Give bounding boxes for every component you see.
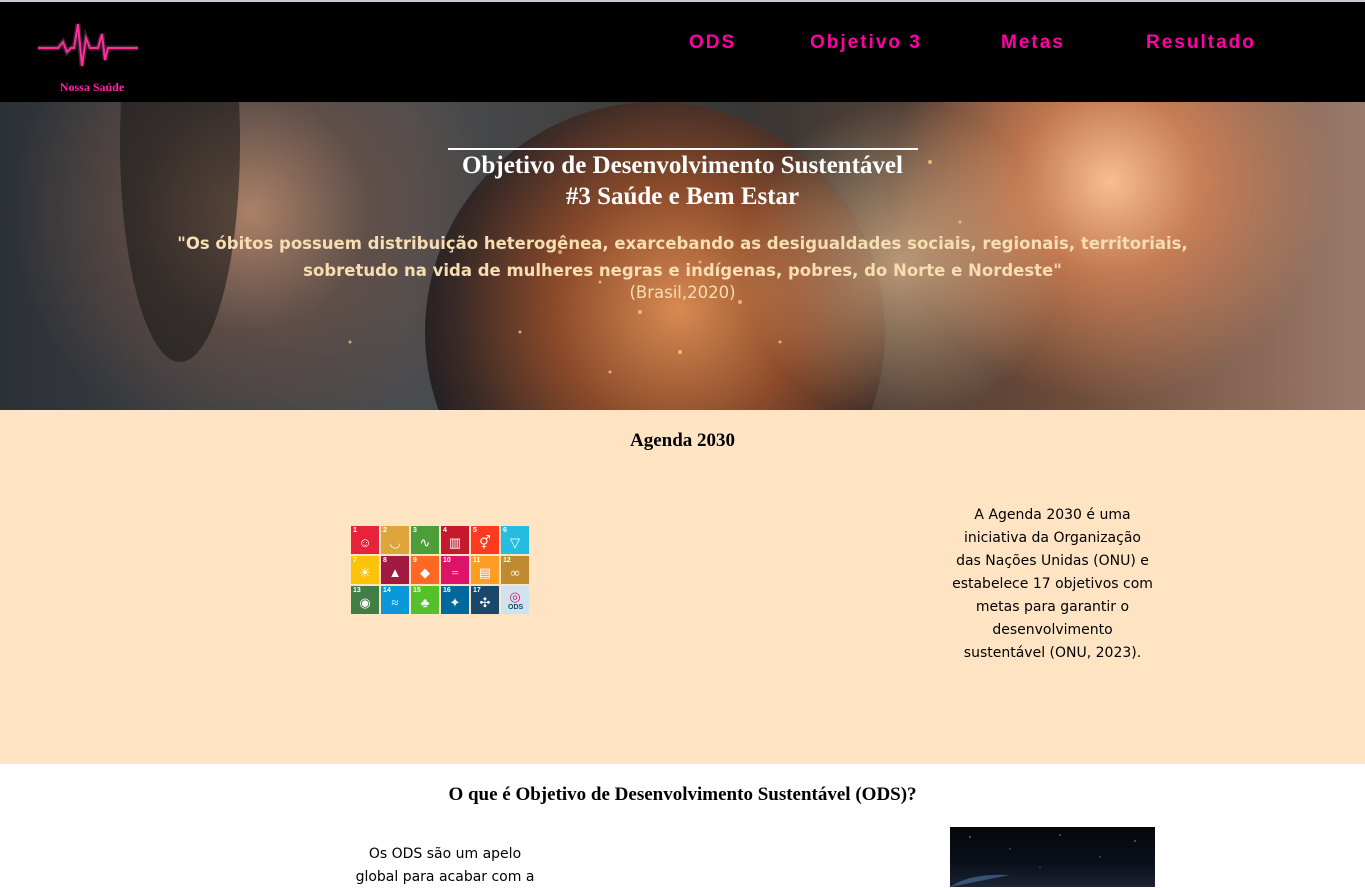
city-icon: ▤ xyxy=(478,565,492,580)
earth-horizon-icon xyxy=(950,834,1136,887)
sdg-tile-number: 16 xyxy=(443,587,451,594)
sdg-tile-number: 15 xyxy=(413,587,421,594)
partnership-icon: ✣ xyxy=(479,595,491,610)
sdg-tile-number: 4 xyxy=(443,527,447,534)
fish-icon: ≈ xyxy=(391,595,399,610)
book-icon: ▥ xyxy=(448,535,462,550)
sdg-tile-number: 12 xyxy=(503,557,511,564)
top-navbar: Nossa Saúde ODS Objetivo 3 Metas Resulta… xyxy=(0,0,1365,102)
sdg-tile-10: 10 = xyxy=(441,556,469,584)
sdg-tile-4: 4 ▥ xyxy=(441,526,469,554)
sdg-tile-number: 2 xyxy=(383,527,387,534)
sdg-tile-number: 13 xyxy=(353,587,361,594)
sdg-tile-6: 6 ▽ xyxy=(501,526,529,554)
sdg-tile-number: 6 xyxy=(503,527,507,534)
sdg-tile-number: 5 xyxy=(473,527,477,534)
hero-quote: "Os óbitos possuem distribuição heterogê… xyxy=(0,230,1365,284)
industry-icon: ◆ xyxy=(420,565,430,580)
heartbeat-icon xyxy=(38,23,138,67)
sdg-tile-16: 16 ✦ xyxy=(441,586,469,614)
ods-description-line2: global para acabar com a xyxy=(355,869,535,885)
hero-quote-line1: "Os óbitos possuem distribuição heterogê… xyxy=(177,234,1188,253)
sdg-tile-number: 11 xyxy=(473,557,481,564)
sdg-tile-ods: ODS ◎ xyxy=(501,586,529,614)
tree-icon: ♣ xyxy=(420,595,430,610)
nav-link-resultado[interactable]: Resultado xyxy=(1146,32,1256,54)
nav-link-ods[interactable]: ODS xyxy=(689,32,736,54)
people-icon: ☺ xyxy=(358,535,372,550)
title-rule xyxy=(447,148,918,150)
ods-description: Os ODS são um apelo global para acabar c… xyxy=(345,843,545,889)
sun-icon: ☀ xyxy=(359,565,371,580)
dove-icon: ✦ xyxy=(449,595,461,610)
sdg-tile-15: 15 ♣ xyxy=(411,586,439,614)
sdg-tile-11: 11 ▤ xyxy=(471,556,499,584)
sdg-tile-number: 7 xyxy=(353,557,357,564)
nav-link-objetivo-3[interactable]: Objetivo 3 xyxy=(810,32,922,54)
sdg-tile-number: 3 xyxy=(413,527,417,534)
sdg-tile-9: 9 ◆ xyxy=(411,556,439,584)
sdg-tile-17: 17 ✣ xyxy=(471,586,499,614)
eye-icon: ◉ xyxy=(359,595,371,610)
hero-title-line2: #3 Saúde e Bem Estar xyxy=(565,183,800,210)
sdg-tile-7: 7 ☀ xyxy=(351,556,379,584)
hero-banner: Objetivo de Desenvolvimento Sustentável … xyxy=(0,102,1365,410)
sdg-tile-13: 13 ◉ xyxy=(351,586,379,614)
sdg-tile-14: 14 ≈ xyxy=(381,586,409,614)
equality-icon: = xyxy=(451,565,459,580)
growth-icon: ▲ xyxy=(388,565,402,580)
hero-title: Objetivo de Desenvolvimento Sustentável … xyxy=(0,148,1365,212)
sdg-tile-number: 10 xyxy=(443,557,451,564)
sdg-tile-2: 2 ◡ xyxy=(381,526,409,554)
brand-name: Nossa Saúde xyxy=(59,80,125,94)
sdg-tile-number: ODS xyxy=(508,604,524,611)
sdg-tile-number: 17 xyxy=(473,587,481,594)
logo[interactable]: Nossa Saúde xyxy=(36,20,148,98)
sdg-tile-number: 8 xyxy=(383,557,387,564)
sdg-tile-1: 1 ☺ xyxy=(351,526,379,554)
hero-quote-line2: sobretudo na vida de mulheres negras e i… xyxy=(303,261,1062,280)
ods-section-title: O que é Objetivo de Desenvolvimento Sust… xyxy=(448,784,917,805)
sdg-tile-number: 9 xyxy=(413,557,417,564)
heartbeat-icon: ∿ xyxy=(419,535,431,550)
sdg-tile-12: 12 ∞ xyxy=(501,556,529,584)
hero-quote-source: (Brasil,2020) xyxy=(629,283,736,302)
bowl-icon: ◡ xyxy=(389,535,401,550)
nav-link-metas[interactable]: Metas xyxy=(1001,32,1065,54)
infinity-icon: ∞ xyxy=(510,565,520,580)
hero-title-line1: Objetivo de Desenvolvimento Sustentável xyxy=(462,152,903,179)
space-earth-image xyxy=(950,827,1155,887)
water-icon: ▽ xyxy=(510,535,520,550)
sdg-tile-number: 1 xyxy=(353,527,357,534)
agenda-title: Agenda 2030 xyxy=(629,430,736,451)
sdg-tile-number: 14 xyxy=(383,587,391,594)
sdg-goals-grid-image: 1 ☺ 2 ◡ 3 ∿ 4 ▥ 5 ⚥ 6 ▽ 7 ☀ 8 ▲ 9 ◆ 10 = 11 ▤ 12 ∞ 13 ◉ 14 ≈15 ♣ 16 ✦ 1… xyxy=(351,526,531,614)
sdg-tile-3: 3 ∿ xyxy=(411,526,439,554)
sdg-tile-8: 8 ▲ xyxy=(381,556,409,584)
sdg-tile-5: 5 ⚥ xyxy=(471,526,499,554)
agenda-description: A Agenda 2030 é uma iniciativa da Organi… xyxy=(952,507,1153,661)
sdg-wheel-icon: ◎ xyxy=(509,589,521,604)
agenda-2030-section: Agenda 2030 1 ☺ 2 ◡ 3 ∿ 4 ▥ 5 ⚥ 6 ▽ 7 ☀ 8 ▲ 9 ◆ 10 = 11 ▤ 12 ∞ 1… xyxy=(0,410,1365,764)
ods-description-line1: Os ODS são um apelo xyxy=(368,846,522,862)
gender-icon: ⚥ xyxy=(479,535,491,550)
